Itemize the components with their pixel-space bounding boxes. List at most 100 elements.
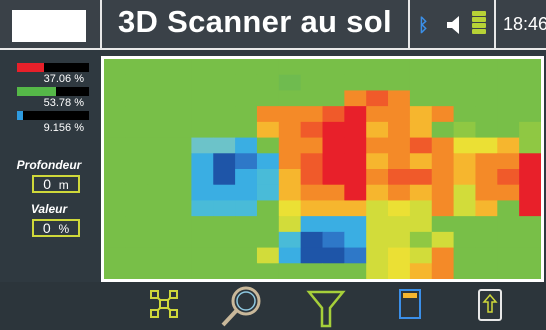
red-ratio-value: 37.06 % — [43, 73, 84, 85]
scan-cell — [300, 216, 323, 233]
scan-cell — [191, 74, 214, 91]
scan-cell — [235, 200, 258, 217]
scan-cell — [322, 169, 345, 186]
speaker-icon[interactable] — [445, 14, 465, 36]
scan-cell — [409, 169, 433, 186]
scan-cell — [519, 153, 541, 170]
bluetooth-icon[interactable]: ᛒ — [418, 15, 429, 36]
scan-cell — [409, 231, 433, 249]
grid-view-icon[interactable] — [148, 288, 180, 320]
scan-cell — [519, 216, 541, 233]
scan-cell — [147, 169, 171, 186]
scan-cell — [125, 200, 149, 217]
scan-cell — [344, 90, 367, 107]
scan-cell — [278, 184, 302, 201]
scan-cell — [453, 247, 476, 264]
red-ratio-bar — [17, 63, 89, 72]
scan-cell — [300, 153, 323, 170]
magnifier-icon[interactable] — [218, 284, 264, 328]
scan-cell — [235, 59, 258, 76]
scan-cell — [475, 121, 498, 139]
scan-cell — [344, 247, 367, 264]
scan-cell — [235, 153, 258, 170]
green-ratio-value: 53.78 % — [43, 97, 84, 109]
scan-cell — [519, 169, 541, 186]
scan-cell — [147, 90, 171, 107]
depth-field[interactable]: 0 m — [32, 175, 80, 193]
scan-cell — [169, 153, 192, 170]
scan-cell — [191, 137, 214, 154]
scan-cell — [104, 106, 127, 123]
scan-cell — [453, 74, 476, 91]
scan-cell — [125, 184, 149, 201]
export-icon[interactable] — [477, 288, 503, 322]
scan-cell — [278, 153, 302, 170]
scan-cell — [453, 121, 476, 139]
scan-cell — [213, 169, 236, 186]
sd-card-icon[interactable] — [398, 288, 422, 320]
scan-cell — [191, 231, 214, 249]
scan-cell — [191, 247, 214, 264]
scan-cell — [256, 216, 280, 233]
scan-cell — [431, 121, 455, 139]
scan-cell — [104, 121, 127, 139]
scan-cell — [235, 216, 258, 233]
scan-cell — [322, 74, 345, 91]
scan-cell — [125, 169, 149, 186]
scan-cell — [322, 247, 345, 264]
scan-cell — [409, 121, 433, 139]
scan-cell — [322, 59, 345, 76]
scan-cell — [497, 59, 520, 76]
scan-cell — [344, 106, 367, 123]
scan-cell — [519, 59, 541, 76]
scan-cell — [388, 263, 411, 279]
scan-cell — [475, 263, 498, 279]
scan-cell — [366, 153, 389, 170]
filter-icon[interactable] — [305, 288, 347, 330]
scan-cell — [475, 184, 498, 201]
scan-cell — [431, 106, 455, 123]
scan-cell — [235, 90, 258, 107]
scan-heatmap[interactable] — [104, 59, 541, 279]
scan-cell — [256, 106, 280, 123]
scan-cell — [322, 121, 345, 139]
scan-cell — [169, 59, 192, 76]
scan-cell — [235, 184, 258, 201]
scan-cell — [453, 184, 476, 201]
scan-cell — [104, 263, 127, 279]
scan-cell — [475, 200, 498, 217]
scan-cell — [256, 90, 280, 107]
scan-cell — [104, 200, 127, 217]
scan-cell — [278, 247, 302, 264]
scan-cell — [169, 200, 192, 217]
divider — [100, 0, 102, 48]
scan-cell — [300, 184, 323, 201]
scan-cell — [497, 74, 520, 91]
scan-cell — [388, 231, 411, 249]
scan-cell — [475, 59, 498, 76]
scan-cell — [213, 200, 236, 217]
scan-cell — [235, 231, 258, 249]
scan-cell — [497, 90, 520, 107]
scan-cell — [256, 137, 280, 154]
scan-cell — [235, 247, 258, 264]
scan-cell — [453, 216, 476, 233]
scan-cell — [344, 121, 367, 139]
scan-cell — [388, 121, 411, 139]
value-field[interactable]: 0 % — [32, 219, 80, 237]
scan-cell — [191, 90, 214, 107]
scan-cell — [300, 90, 323, 107]
scan-cell — [519, 200, 541, 217]
scan-cell — [322, 90, 345, 107]
scan-cell — [278, 169, 302, 186]
scan-cell — [125, 106, 149, 123]
scan-cell — [300, 74, 323, 91]
scan-cell — [256, 121, 280, 139]
scan-cell — [104, 74, 127, 91]
scan-cell — [104, 169, 127, 186]
scan-cell — [300, 106, 323, 123]
scan-cell — [213, 184, 236, 201]
scan-cell — [519, 184, 541, 201]
scan-cell — [497, 169, 520, 186]
scan-cell — [475, 90, 498, 107]
